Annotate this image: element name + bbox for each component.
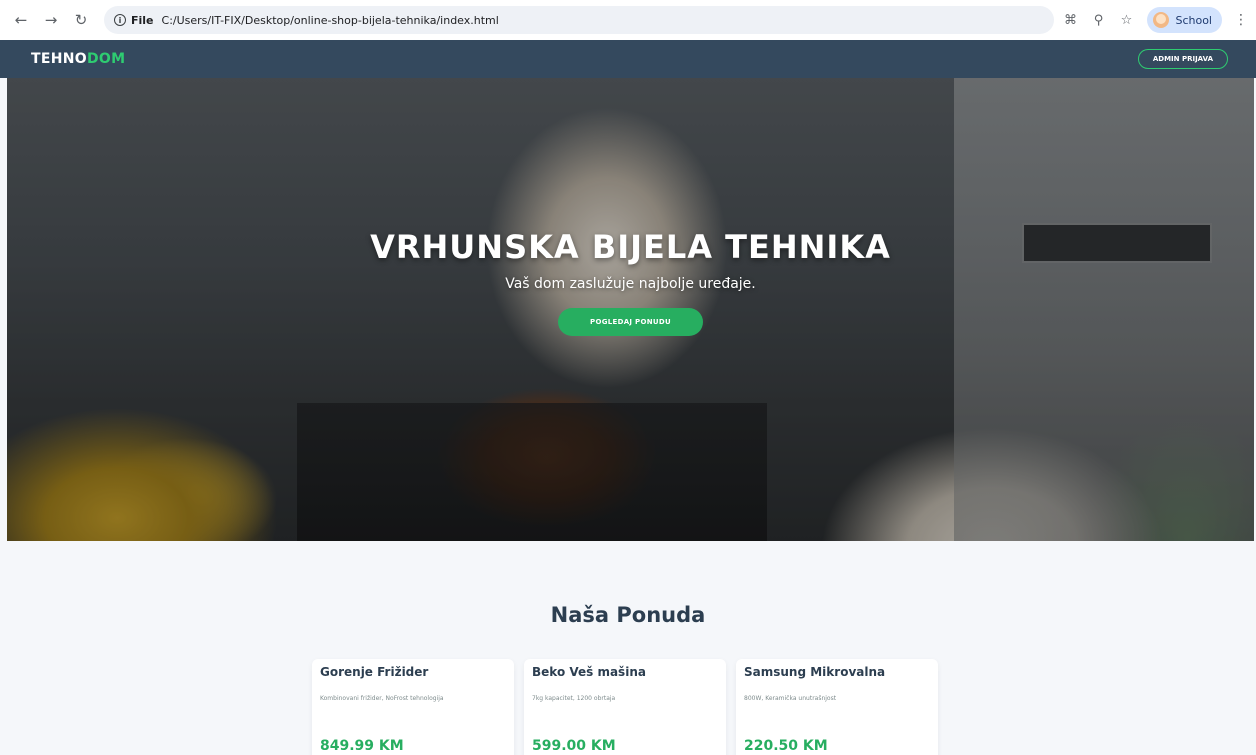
info-icon[interactable]: i bbox=[114, 14, 126, 26]
avatar bbox=[1153, 12, 1170, 28]
logo[interactable]: TEHNODOM bbox=[31, 51, 125, 67]
product-description: 7kg kapacitet, 1200 obrtaja bbox=[532, 695, 616, 702]
product-card[interactable]: Beko Veš mašina 7kg kapacitet, 1200 obrt… bbox=[524, 659, 726, 755]
browser-toolbar: ← → ↻ i File C:/Users/IT-FIX/Desktop/onl… bbox=[0, 0, 1256, 40]
product-description: Kombinovani frižider, NoFrost tehnologij… bbox=[320, 695, 444, 702]
hero-subtitle: Vaš dom zaslužuje najbolje uređaje. bbox=[505, 276, 756, 292]
offers-section: Naša Ponuda Gorenje Frižider Kombinovani… bbox=[0, 541, 1256, 755]
admin-login-button[interactable]: ADMIN PRIJAVA bbox=[1137, 49, 1228, 69]
product-name: Samsung Mikrovalna bbox=[744, 665, 886, 679]
product-name: Gorenje Frižider bbox=[320, 665, 429, 679]
address-bar[interactable]: i File C:/Users/IT-FIX/Desktop/online-sh… bbox=[104, 6, 1054, 34]
hero-title: VRHUNSKA BIJELA TEHNIKA bbox=[370, 228, 891, 266]
product-description: 800W, Keramička unutrašnjost bbox=[744, 695, 837, 702]
star-icon[interactable]: ☆ bbox=[1115, 9, 1137, 31]
file-label: File bbox=[131, 13, 154, 27]
product-list: Gorenje Frižider Kombinovani frižider, N… bbox=[312, 659, 938, 755]
site-header: TEHNODOM ADMIN PRIJAVA bbox=[0, 40, 1256, 78]
url-text[interactable]: C:/Users/IT-FIX/Desktop/online-shop-bije… bbox=[162, 14, 499, 27]
product-price: 220.50 KM bbox=[744, 738, 828, 754]
hero-banner: VRHUNSKA BIJELA TEHNIKA Vaš dom zaslužuj… bbox=[7, 78, 1254, 541]
product-card[interactable]: Samsung Mikrovalna 800W, Keramička unutr… bbox=[736, 659, 938, 755]
back-arrow-icon[interactable]: ← bbox=[10, 9, 32, 31]
view-offer-button[interactable]: POGLEDAJ PONUDU bbox=[558, 308, 703, 336]
reload-icon[interactable]: ↻ bbox=[70, 9, 92, 31]
forward-arrow-icon[interactable]: → bbox=[40, 9, 62, 31]
hero-content: VRHUNSKA BIJELA TEHNIKA Vaš dom zaslužuj… bbox=[7, 228, 1254, 336]
profile-button[interactable]: School bbox=[1147, 7, 1222, 33]
profile-name: School bbox=[1175, 13, 1212, 27]
logo-part-1: TEHNO bbox=[31, 51, 87, 67]
product-price: 599.00 KM bbox=[532, 738, 616, 754]
translate-icon[interactable]: ⌘ bbox=[1059, 9, 1081, 31]
zoom-icon[interactable]: ⚲ bbox=[1087, 9, 1109, 31]
offers-title: Naša Ponuda bbox=[550, 603, 706, 627]
product-price: 849.99 KM bbox=[320, 738, 404, 754]
menu-kebab-icon[interactable]: ⋮ bbox=[1230, 12, 1252, 28]
logo-part-2: DOM bbox=[86, 51, 126, 67]
product-card[interactable]: Gorenje Frižider Kombinovani frižider, N… bbox=[312, 659, 514, 755]
product-name: Beko Veš mašina bbox=[532, 665, 646, 679]
